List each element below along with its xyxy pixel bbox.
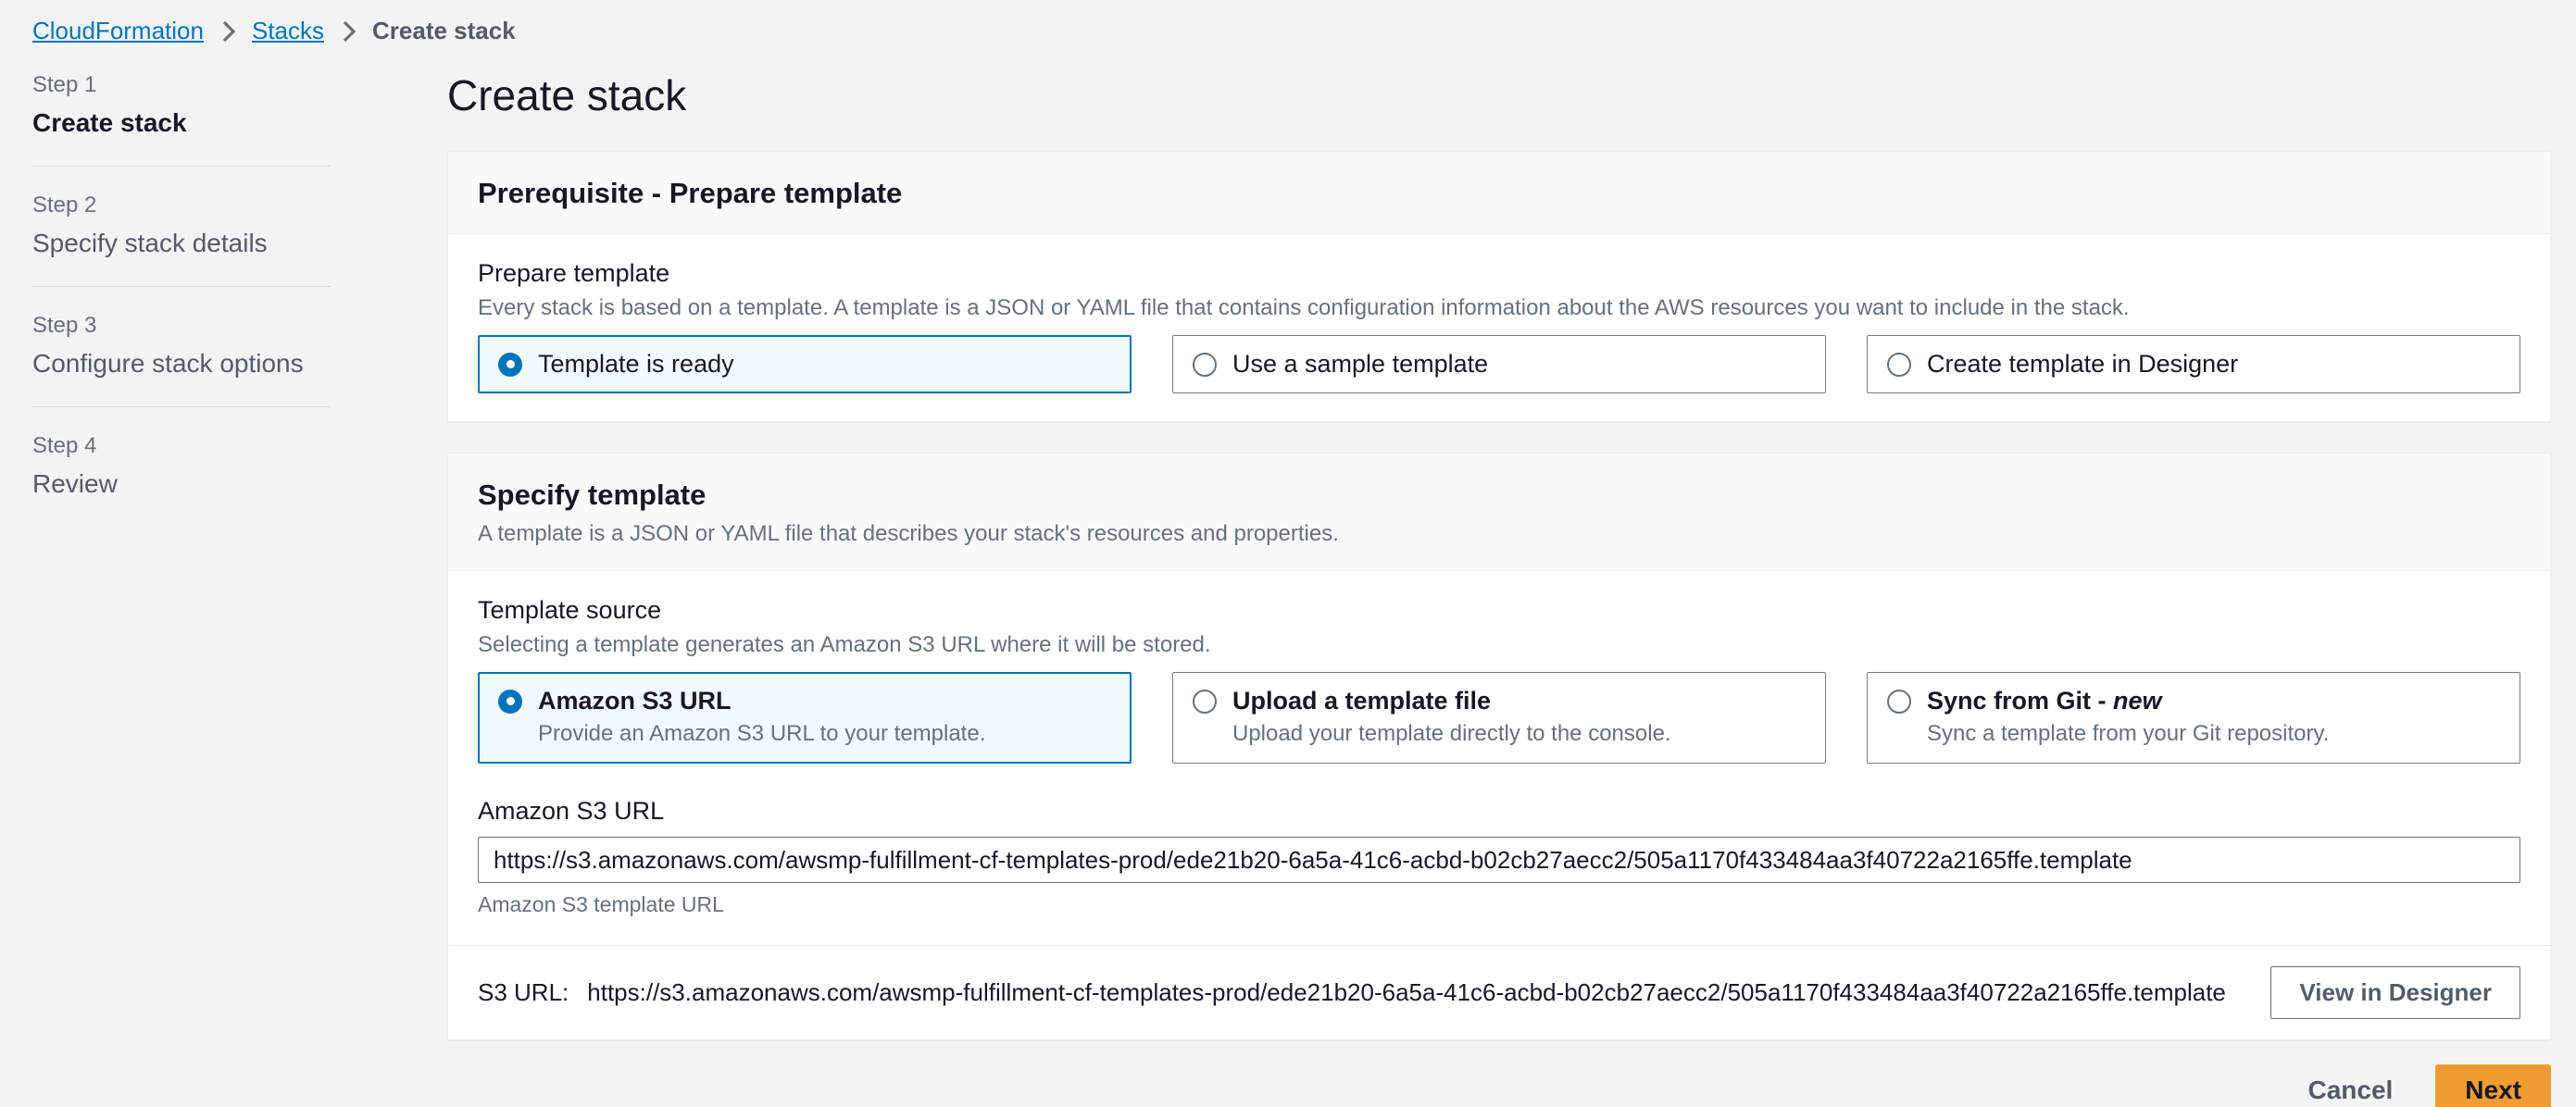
breadcrumb-link-stacks[interactable]: Stacks bbox=[252, 17, 324, 45]
radio-tile-use-sample-template[interactable]: Use a sample template bbox=[1172, 335, 1826, 393]
radio-tile-top: Sync from Git - new bbox=[1887, 687, 2500, 715]
radio-tile-description: Sync a template from your Git repository… bbox=[1927, 721, 2500, 747]
radio-tile-template-is-ready[interactable]: Template is ready bbox=[478, 335, 1132, 393]
s3-url-row: S3 URL: https://s3.amazonaws.com/awsmp-f… bbox=[478, 978, 2226, 1007]
page-title: Create stack bbox=[447, 70, 2551, 120]
wizard-steps-sidebar: Step 1 Create stack Step 2 Specify stack… bbox=[32, 72, 331, 499]
breadcrumb-link-cloudformation[interactable]: CloudFormation bbox=[32, 17, 204, 45]
sidebar-step-4: Step 4 Review bbox=[32, 433, 331, 499]
radio-tile-top: Amazon S3 URL bbox=[498, 687, 1111, 715]
step-divider bbox=[32, 166, 331, 167]
specify-template-panel-footer: S3 URL: https://s3.amazonaws.com/awsmp-f… bbox=[448, 945, 2550, 1039]
breadcrumb-separator-icon bbox=[341, 19, 356, 44]
radio-tile-amazon-s3-url[interactable]: Amazon S3 URL Provide an Amazon S3 URL t… bbox=[478, 672, 1132, 764]
specify-template-panel-body: Template source Selecting a template gen… bbox=[448, 571, 2550, 945]
radio-unselected-icon[interactable] bbox=[1193, 353, 1217, 377]
prerequisite-panel-body: Prepare template Every stack is based on… bbox=[448, 234, 2550, 421]
radio-tile-label: Create template in Designer bbox=[1927, 350, 2238, 379]
wizard-actions: Cancel Next bbox=[447, 1064, 2551, 1107]
view-in-designer-button[interactable]: View in Designer bbox=[2270, 966, 2520, 1019]
radio-tile-top: Upload a template file bbox=[1193, 687, 1806, 715]
create-stack-page: CloudFormation Stacks Create stack Step … bbox=[0, 0, 2576, 1107]
prepare-template-description: Every stack is based on a template. A te… bbox=[478, 295, 2520, 321]
radio-selected-icon[interactable] bbox=[498, 690, 522, 714]
step-number-label: Step 2 bbox=[32, 193, 331, 218]
step-number-label: Step 3 bbox=[32, 313, 331, 339]
s3-url-footer-label: S3 URL: bbox=[478, 978, 569, 1007]
radio-tile-label: Upload a template file bbox=[1232, 687, 1491, 715]
sidebar-step-2-title[interactable]: Specify stack details bbox=[32, 229, 331, 258]
sidebar-step-2: Step 2 Specify stack details bbox=[32, 193, 331, 258]
step-number-label: Step 1 bbox=[32, 72, 331, 98]
s3-url-footer-value: https://s3.amazonaws.com/awsmp-fulfillme… bbox=[587, 978, 2226, 1007]
template-source-label: Template source bbox=[478, 596, 2520, 625]
specify-template-panel-header: Specify template A template is a JSON or… bbox=[448, 454, 2550, 571]
next-button[interactable]: Next bbox=[2435, 1064, 2551, 1107]
radio-unselected-icon[interactable] bbox=[1887, 353, 1911, 377]
new-badge-text: new bbox=[2113, 687, 2162, 715]
prerequisite-panel-header: Prerequisite - Prepare template bbox=[448, 152, 2550, 234]
amazon-s3-url-helper: Amazon S3 template URL bbox=[478, 892, 2520, 917]
radio-tile-label: Amazon S3 URL bbox=[538, 687, 732, 715]
radio-tile-create-template-in-designer[interactable]: Create template in Designer bbox=[1867, 335, 2520, 393]
step-divider bbox=[32, 286, 331, 287]
prerequisite-panel-title: Prerequisite - Prepare template bbox=[478, 177, 2520, 210]
radio-tile-upload-template-file[interactable]: Upload a template file Upload your templ… bbox=[1172, 672, 1826, 764]
prepare-template-options: Template is ready Use a sample template … bbox=[478, 335, 2520, 393]
specify-template-panel-title: Specify template bbox=[478, 479, 2520, 512]
radio-tile-description: Upload your template directly to the con… bbox=[1232, 721, 1806, 747]
radio-selected-icon[interactable] bbox=[498, 353, 522, 377]
prepare-template-label: Prepare template bbox=[478, 259, 2520, 288]
breadcrumb: CloudFormation Stacks Create stack bbox=[32, 17, 516, 45]
prerequisite-panel: Prerequisite - Prepare template Prepare … bbox=[447, 151, 2551, 422]
radio-tile-sync-from-git[interactable]: Sync from Git - new Sync a template from… bbox=[1867, 672, 2520, 764]
step-divider bbox=[32, 406, 331, 407]
sidebar-step-1-title[interactable]: Create stack bbox=[32, 108, 331, 138]
radio-unselected-icon[interactable] bbox=[1193, 690, 1217, 714]
radio-tile-label: Template is ready bbox=[538, 350, 734, 379]
radio-tile-label: Use a sample template bbox=[1232, 350, 1488, 379]
sidebar-step-3-title[interactable]: Configure stack options bbox=[32, 349, 331, 379]
sidebar-step-3: Step 3 Configure stack options bbox=[32, 313, 331, 379]
step-number-label: Step 4 bbox=[32, 433, 331, 459]
radio-tile-label: Sync from Git - new bbox=[1927, 687, 2162, 715]
specify-template-panel: Specify template A template is a JSON or… bbox=[447, 453, 2551, 1040]
amazon-s3-url-label: Amazon S3 URL bbox=[478, 797, 2520, 826]
sidebar-step-4-title[interactable]: Review bbox=[32, 469, 331, 499]
amazon-s3-url-input[interactable] bbox=[478, 837, 2520, 883]
template-source-options: Amazon S3 URL Provide an Amazon S3 URL t… bbox=[478, 672, 2520, 764]
radio-unselected-icon[interactable] bbox=[1887, 690, 1911, 714]
main-content: Create stack Prerequisite - Prepare temp… bbox=[447, 0, 2551, 1107]
template-source-description: Selecting a template generates an Amazon… bbox=[478, 632, 2520, 658]
specify-template-panel-subtitle: A template is a JSON or YAML file that d… bbox=[478, 521, 2520, 547]
radio-tile-description: Provide an Amazon S3 URL to your templat… bbox=[538, 721, 1111, 747]
sidebar-step-1: Step 1 Create stack bbox=[32, 72, 331, 138]
breadcrumb-separator-icon bbox=[220, 19, 235, 44]
cancel-button[interactable]: Cancel bbox=[2307, 1076, 2393, 1105]
